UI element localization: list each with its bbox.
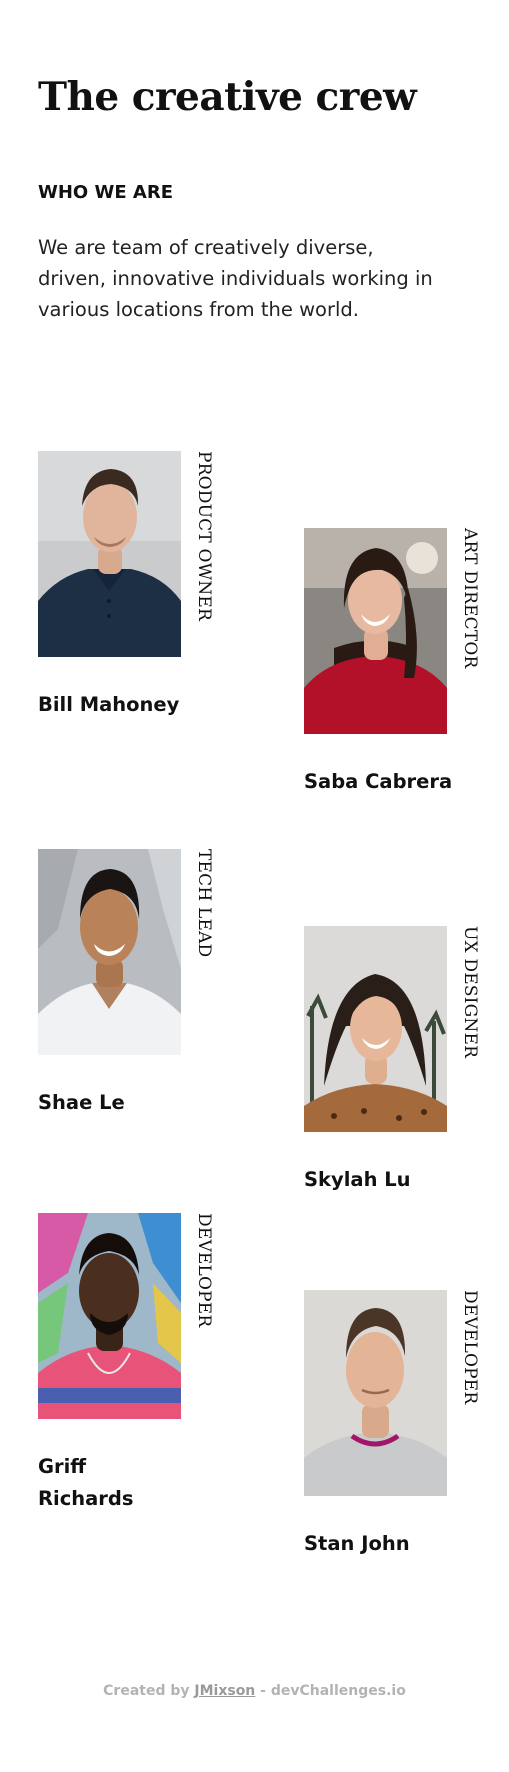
footer-credit: Created by JMixson - devChallenges.io	[0, 1683, 509, 1699]
footer-site: devChallenges.io	[270, 1683, 406, 1699]
member-role: ART DIRECTOR	[460, 528, 480, 669]
member-name: Skylah Lu	[304, 1168, 411, 1191]
member-photo	[38, 1213, 181, 1419]
member-photo	[304, 528, 447, 734]
member-role: PRODUCT OWNER	[194, 451, 214, 621]
member-name: Saba Cabrera	[304, 770, 453, 793]
member-photo	[304, 926, 447, 1132]
page-title: The creative crew	[38, 74, 417, 120]
member-name: Bill Mahoney	[38, 693, 180, 716]
member-portrait-image	[304, 528, 447, 734]
footer-prefix: Created by	[103, 1683, 195, 1699]
member-name: Shae Le	[38, 1091, 125, 1114]
section-label: WHO WE ARE	[38, 182, 173, 203]
member-role: UX DESIGNER	[460, 926, 480, 1059]
member-role: DEVELOPER	[194, 1213, 214, 1328]
member-photo	[38, 849, 181, 1055]
member-portrait-image	[38, 451, 181, 657]
member-portrait-image	[304, 1290, 447, 1496]
author-link[interactable]: JMixson	[194, 1683, 255, 1699]
member-name: Stan John	[304, 1532, 410, 1555]
member-photo	[304, 1290, 447, 1496]
member-name: Griff Richards	[38, 1455, 134, 1510]
member-portrait-image	[304, 926, 447, 1132]
member-portrait-image	[38, 849, 181, 1055]
member-role: TECH LEAD	[194, 849, 214, 958]
member-portrait-image	[38, 1213, 181, 1419]
member-role: DEVELOPER	[460, 1290, 480, 1405]
footer-separator: -	[255, 1683, 271, 1699]
member-photo	[38, 451, 181, 657]
intro-text: We are team of creatively diverse, drive…	[38, 236, 433, 321]
